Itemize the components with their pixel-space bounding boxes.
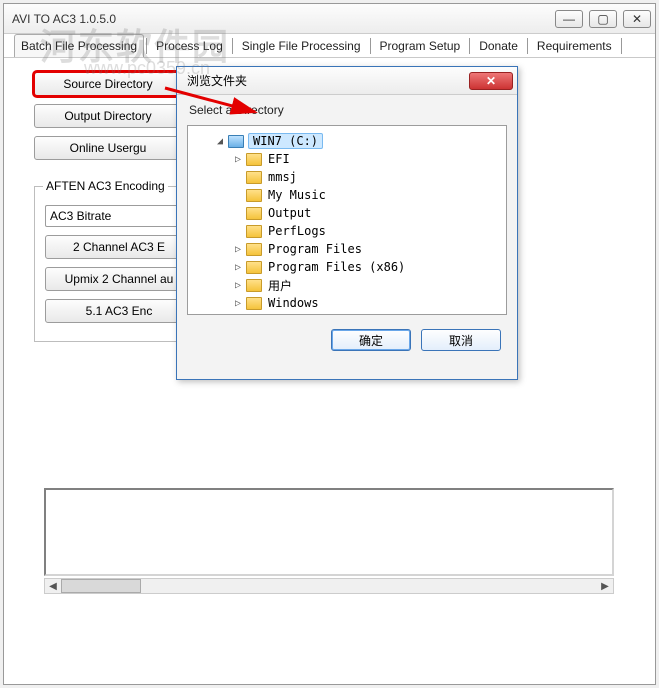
output-directory-button[interactable]: Output Directory [34, 104, 182, 128]
tree-node[interactable]: My Music [192, 186, 502, 204]
window-title: AVI TO AC3 1.0.5.0 [8, 12, 549, 26]
two-channel-button[interactable]: 2 Channel AC3 E [45, 235, 193, 259]
tree-node[interactable]: ▷ EFI [192, 150, 502, 168]
dialog-title: 浏览文件夹 [187, 72, 469, 89]
tree-node-label: PerfLogs [266, 224, 328, 238]
tree-node-label: 用户 [266, 277, 294, 294]
dialog-body: Select a Directory ◢ WIN7 (C:) ▷ EFI mmsj My … [177, 95, 517, 363]
expand-icon[interactable]: ▷ [232, 262, 244, 273]
expand-icon[interactable]: ▷ [232, 298, 244, 309]
tree-node[interactable]: ▷ Windows [192, 294, 502, 312]
browse-folder-dialog: 浏览文件夹 ✕ Select a Directory ◢ WIN7 (C:) ▷ EF… [176, 66, 518, 380]
maximize-button[interactable]: ▢ [589, 10, 617, 28]
folder-icon [246, 170, 262, 184]
tree-node[interactable]: ▷ Program Files [192, 240, 502, 258]
folder-icon [246, 206, 262, 220]
scroll-right-icon[interactable]: ▶ [597, 579, 613, 593]
tree-node[interactable]: ▷ Program Files (x86) [192, 258, 502, 276]
dialog-buttons: 确定 取消 [187, 315, 507, 353]
tree-node-label: Program Files (x86) [266, 260, 407, 274]
tree-node[interactable]: ▷ 用户 [192, 276, 502, 294]
folder-icon [246, 224, 262, 238]
tree-node-label: Program Files [266, 242, 364, 256]
tree-node[interactable]: Output [192, 204, 502, 222]
drive-icon [228, 134, 244, 148]
log-textarea[interactable] [44, 488, 614, 576]
dialog-prompt: Select a Directory [189, 103, 507, 117]
dialog-ok-button[interactable]: 确定 [331, 329, 411, 351]
bitrate-field[interactable] [45, 205, 193, 227]
tree-node[interactable]: PerfLogs [192, 222, 502, 240]
tree-node-label: WIN7 (C:) [248, 133, 323, 149]
folder-icon [246, 296, 262, 310]
tab-batch[interactable]: Batch File Processing [14, 34, 144, 57]
tab-log[interactable]: Process Log [149, 34, 230, 57]
tree-node-label: Windows [266, 296, 321, 310]
tab-requirements[interactable]: Requirements [530, 34, 619, 57]
folder-icon [246, 152, 262, 166]
tree-node-label: Output [266, 206, 313, 220]
folder-tree[interactable]: ◢ WIN7 (C:) ▷ EFI mmsj My Music Output PerfLogs… [187, 125, 507, 315]
tree-node[interactable]: ◢ WIN7 (C:) [192, 132, 502, 150]
dialog-close-button[interactable]: ✕ [469, 72, 513, 90]
expand-icon[interactable]: ▷ [232, 280, 244, 291]
minimize-button[interactable]: — [555, 10, 583, 28]
dialog-title-bar: 浏览文件夹 ✕ [177, 67, 517, 95]
dialog-cancel-button[interactable]: 取消 [421, 329, 501, 351]
tree-node-label: EFI [266, 152, 292, 166]
encoding-legend: AFTEN AC3 Encoding [43, 179, 168, 193]
upmix-button[interactable]: Upmix 2 Channel au [45, 267, 193, 291]
expand-icon[interactable]: ▷ [232, 244, 244, 255]
expand-icon[interactable]: ◢ [214, 136, 226, 147]
tree-node-label: My Music [266, 188, 328, 202]
tree-node[interactable]: mmsj [192, 168, 502, 186]
folder-icon [246, 278, 262, 292]
source-directory-button[interactable]: Source Directory [34, 72, 182, 96]
scroll-track[interactable] [61, 579, 597, 593]
tab-setup[interactable]: Program Setup [373, 34, 468, 57]
title-bar: AVI TO AC3 1.0.5.0 — ▢ ✕ [4, 4, 655, 34]
expand-icon[interactable]: ▷ [232, 154, 244, 165]
folder-icon [246, 188, 262, 202]
online-userguide-button[interactable]: Online Usergu [34, 136, 182, 160]
tab-single[interactable]: Single File Processing [235, 34, 368, 57]
scroll-left-icon[interactable]: ◀ [45, 579, 61, 593]
folder-icon [246, 260, 262, 274]
folder-icon [246, 242, 262, 256]
tab-donate[interactable]: Donate [472, 34, 525, 57]
close-button[interactable]: ✕ [623, 10, 651, 28]
horizontal-scrollbar[interactable]: ◀ ▶ [44, 578, 614, 594]
five-one-button[interactable]: 5.1 AC3 Enc [45, 299, 193, 323]
tab-bar: Batch File Processing Process Log Single… [4, 34, 655, 58]
scroll-thumb[interactable] [61, 579, 141, 593]
tree-node-label: mmsj [266, 170, 299, 184]
